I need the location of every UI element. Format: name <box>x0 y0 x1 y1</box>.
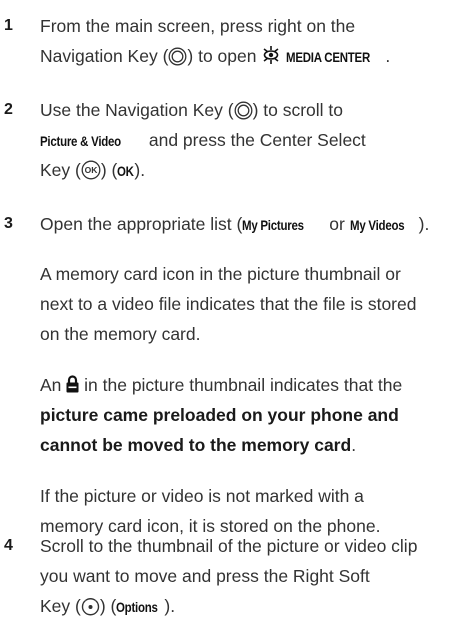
media-center-icon <box>261 45 281 65</box>
para-text: If the picture or video is not marked wi… <box>40 486 364 506</box>
para-text: next to a video file indicates that the … <box>40 294 417 314</box>
step-text: ). <box>134 160 146 180</box>
step-text: ). <box>164 596 176 616</box>
paragraph-line: cannot be moved to the memory card. <box>40 431 356 459</box>
picture-video-label: Picture & Video <box>40 133 121 149</box>
step-text: Key ( <box>40 160 81 180</box>
media-center-label: MEDIA CENTER <box>286 49 371 65</box>
paragraph-line: next to a video file indicates that the … <box>40 290 416 318</box>
lock-icon <box>66 375 79 393</box>
step-line: Scroll to the thumbnail of the picture o… <box>40 532 417 560</box>
ok-key-icon: OK <box>81 160 101 180</box>
para-text: in the picture thumbnail indicates that … <box>79 375 403 395</box>
step-line: Navigation Key ( ) to open MEDIA CENTER. <box>40 42 390 71</box>
step-text: ) ( <box>99 596 117 616</box>
step-number: 3 <box>4 215 13 232</box>
step-line: Open the appropriate list (My Pictures o… <box>40 210 429 239</box>
step-text: or <box>324 214 350 234</box>
para-text: . <box>351 435 357 455</box>
step-text: Scroll to the thumbnail of the picture o… <box>40 536 418 556</box>
step-text: you want to move and press the Right Sof… <box>40 566 370 586</box>
para-text: An <box>40 375 67 395</box>
step-line: Key ( ) (Options). <box>40 592 175 621</box>
paragraph-line: picture came preloaded on your phone and <box>40 401 399 429</box>
step-text: ) to scroll to <box>252 100 344 120</box>
step-text: ) to open <box>187 46 262 66</box>
step-text: and press the Center Select <box>144 130 366 150</box>
paragraph-line: A memory card icon in the picture thumbn… <box>40 260 401 288</box>
para-bold-text: picture came preloaded on your phone and <box>40 405 399 425</box>
right-soft-key-icon <box>81 597 100 616</box>
my-pictures-label: My Pictures <box>242 217 305 233</box>
para-text: A memory card icon in the picture thumbn… <box>40 264 401 284</box>
step-text: From the main screen, press right on the <box>40 16 356 36</box>
step-text: ). <box>418 214 430 234</box>
para-text: on the memory card. <box>40 324 201 344</box>
step-line: From the main screen, press right on the <box>40 12 355 40</box>
step-line: Picture & Video and press the Center Sel… <box>40 126 366 155</box>
ok-label: OK <box>117 163 135 179</box>
step-text: Open the appropriate list ( <box>40 214 243 234</box>
my-videos-label: My Videos <box>349 217 405 233</box>
nav-key-icon <box>234 101 253 120</box>
paragraph-line: on the memory card. <box>40 320 200 348</box>
step-number: 1 <box>4 17 13 34</box>
step-text: . <box>385 46 391 66</box>
nav-key-icon <box>168 47 187 66</box>
step-number: 4 <box>4 537 13 554</box>
step-line: Use the Navigation Key ( ) to scroll to <box>40 96 343 124</box>
step-text: ) ( <box>100 160 118 180</box>
svg-text:OK: OK <box>84 166 98 176</box>
step-text: Navigation Key ( <box>40 46 169 66</box>
step-number: 2 <box>4 101 13 118</box>
paragraph-line: If the picture or video is not marked wi… <box>40 482 364 510</box>
step-line: Key (OK) (OK). <box>40 156 145 185</box>
step-text: Key ( <box>40 596 81 616</box>
options-label: Options <box>116 599 159 615</box>
para-bold-text: cannot be moved to the memory card <box>40 435 352 455</box>
step-line: you want to move and press the Right Sof… <box>40 562 370 590</box>
paragraph-line: An in the picture thumbnail indicates th… <box>40 371 402 399</box>
step-text: Use the Navigation Key ( <box>40 100 234 120</box>
